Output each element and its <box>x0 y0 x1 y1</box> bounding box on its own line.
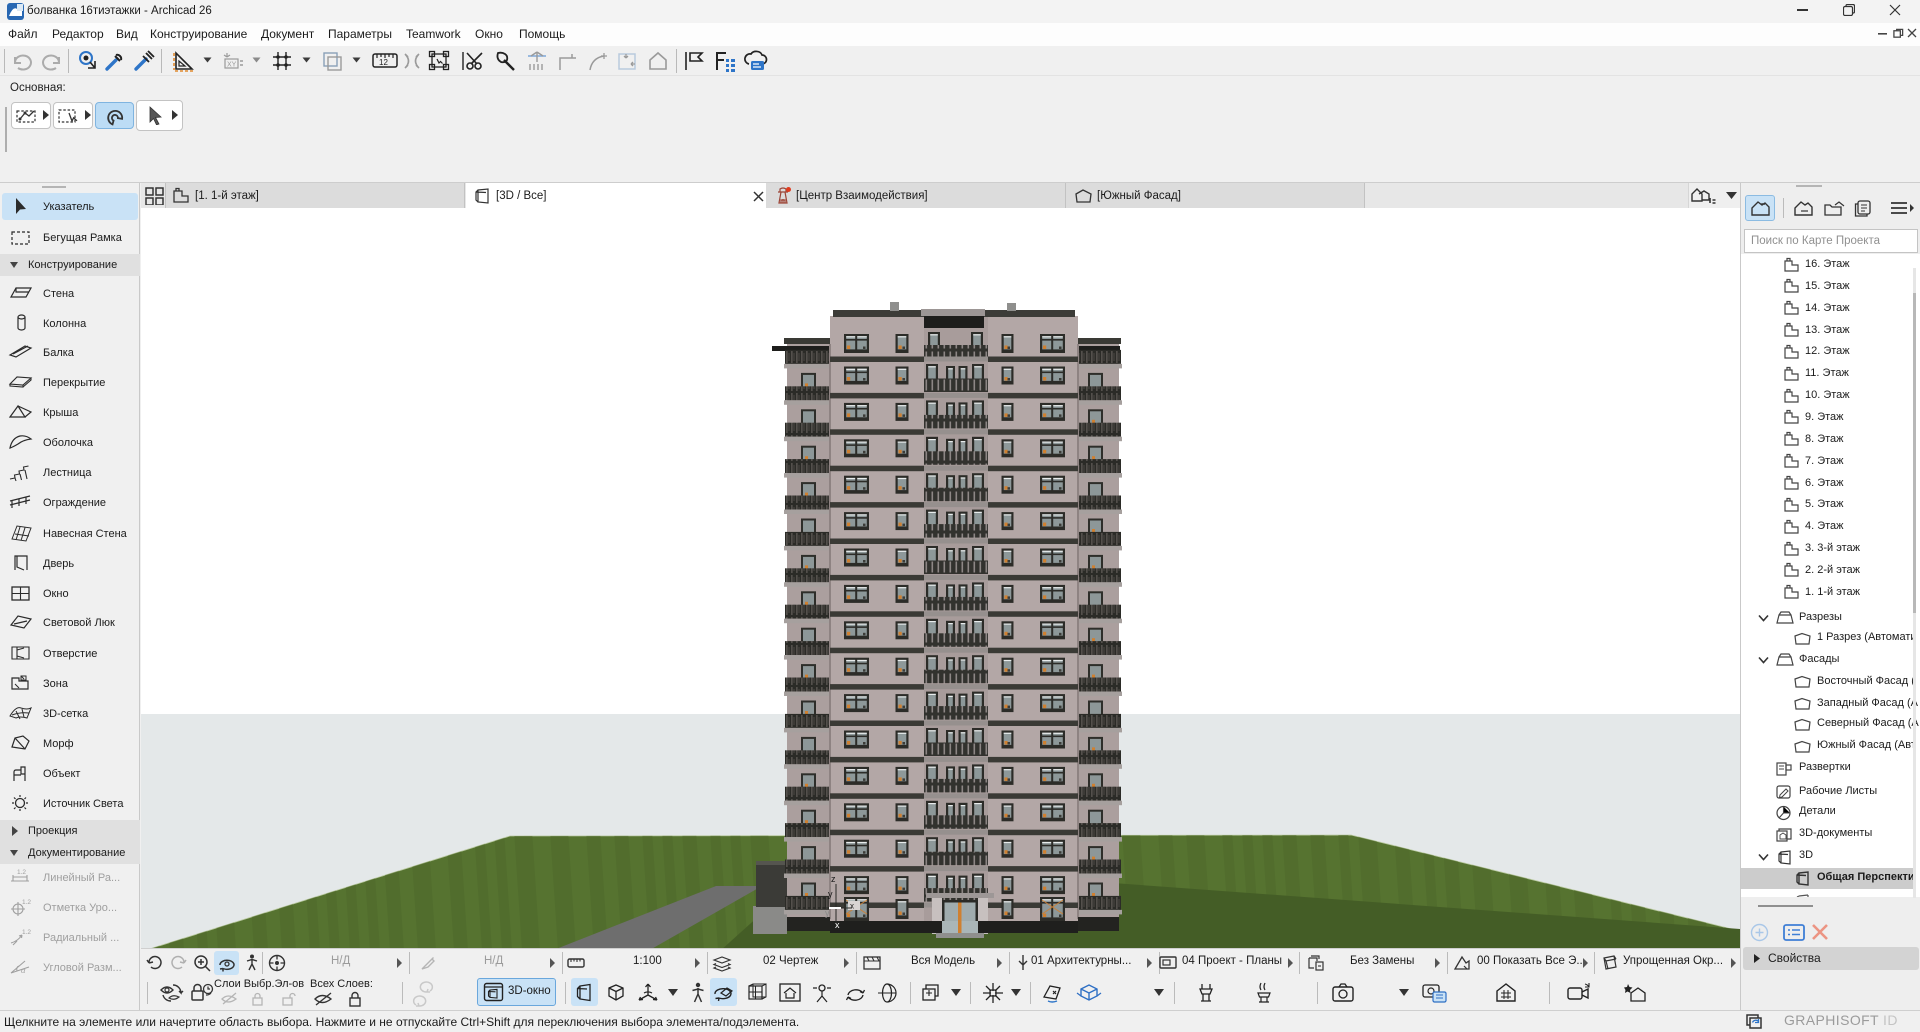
svg-text:x: x <box>850 902 854 911</box>
svg-text:α: α <box>21 966 26 975</box>
svg-text:12: 12 <box>379 58 388 67</box>
svg-text:1.2: 1.2 <box>22 929 31 936</box>
svg-text:y: y <box>825 908 830 918</box>
svg-text:1.2: 1.2 <box>22 899 31 906</box>
svg-text:1.2: 1.2 <box>17 869 26 876</box>
svg-text:z: z <box>831 874 836 884</box>
svg-text:x: x <box>835 920 840 930</box>
svg-text:y: y <box>828 889 833 899</box>
svg-text:XY: XY <box>227 62 237 69</box>
